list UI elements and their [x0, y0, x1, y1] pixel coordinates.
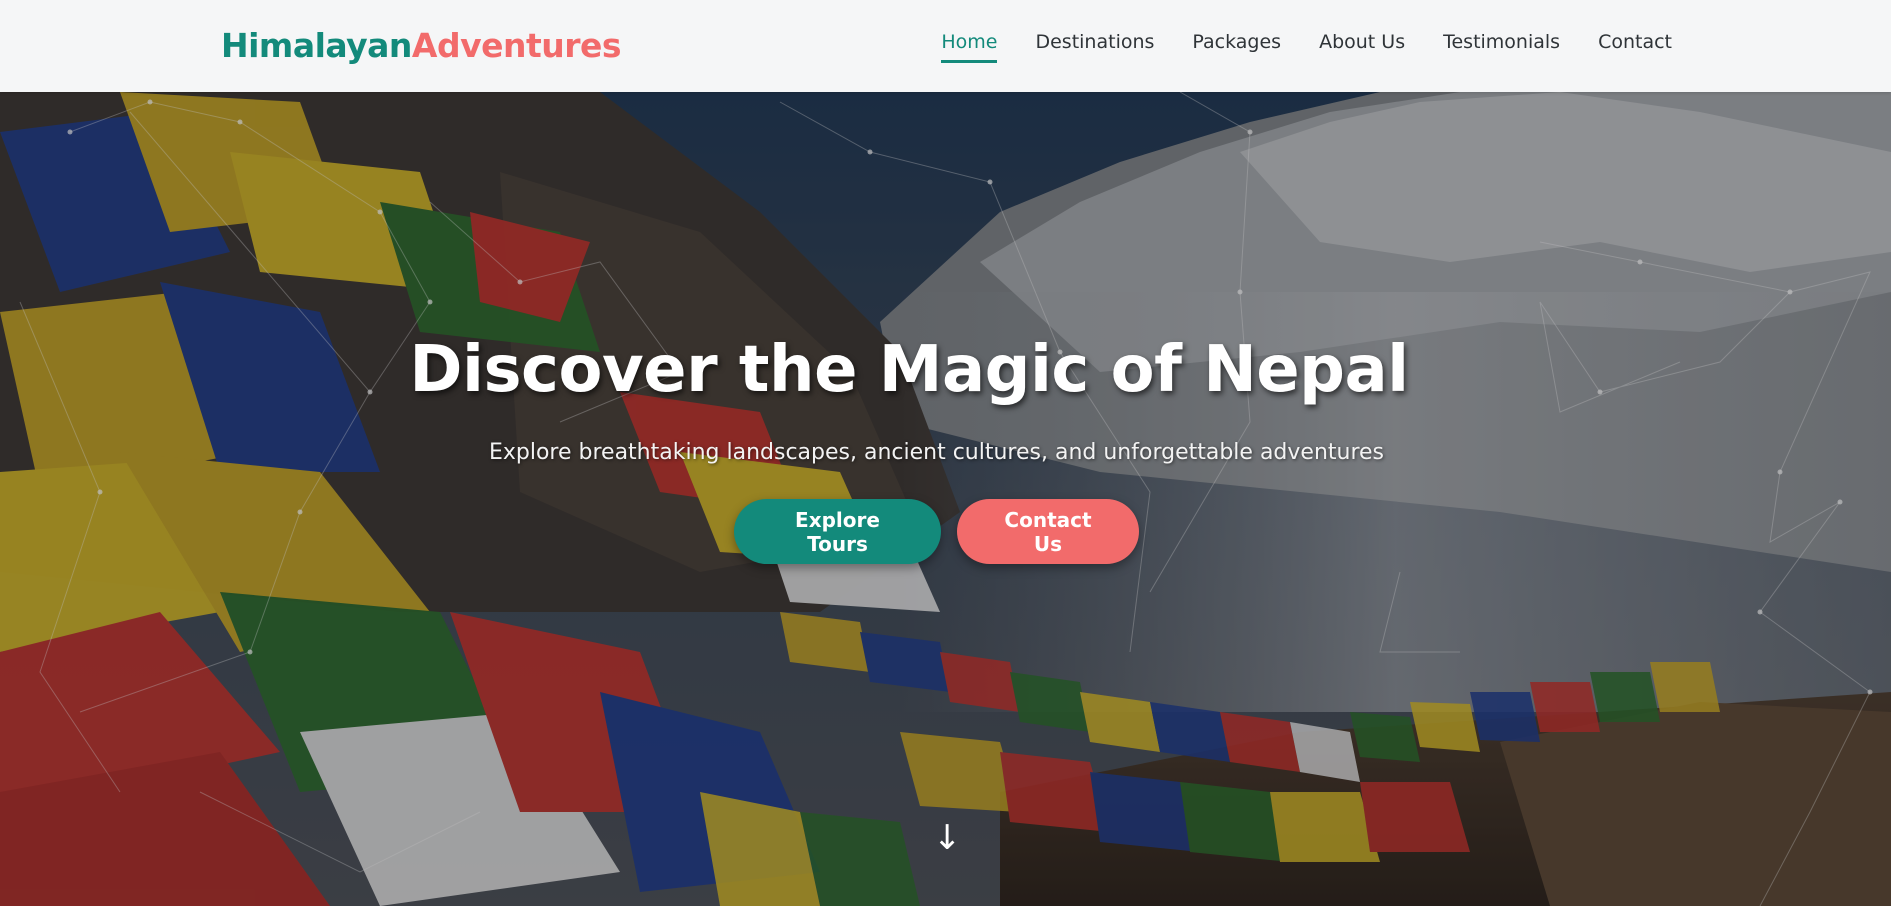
site-logo[interactable]: HimalayanAdventures — [221, 26, 622, 66]
nav-link-testimonials[interactable]: Testimonials — [1443, 30, 1560, 63]
arrow-down-icon[interactable]: ↓ — [933, 820, 962, 856]
contact-us-button[interactable]: Contact Us — [957, 499, 1139, 564]
logo-part-adventures: Adventures — [411, 26, 622, 65]
hero-buttons: Explore Tours Contact Us — [0, 499, 1882, 564]
nav-link-home[interactable]: Home — [941, 30, 998, 63]
hero-section: Discover the Magic of Nepal Explore brea… — [0, 92, 1891, 906]
main-nav: Home Destinations Packages About Us Test… — [941, 30, 1672, 63]
site-header: HimalayanAdventures Home Destinations Pa… — [0, 0, 1891, 92]
hero-subtitle: Explore breathtaking landscapes, ancient… — [488, 440, 1385, 465]
nav-link-about-us[interactable]: About Us — [1319, 30, 1405, 63]
nav-link-packages[interactable]: Packages — [1192, 30, 1281, 63]
hero-title: Discover the Magic of Nepal — [409, 333, 1409, 407]
logo-part-himalayan: Himalayan — [221, 26, 412, 65]
hero-content: Discover the Magic of Nepal Explore brea… — [0, 332, 1891, 564]
nav-link-destinations[interactable]: Destinations — [1035, 30, 1154, 63]
nav-link-contact[interactable]: Contact — [1598, 30, 1672, 63]
explore-tours-button[interactable]: Explore Tours — [734, 499, 941, 564]
